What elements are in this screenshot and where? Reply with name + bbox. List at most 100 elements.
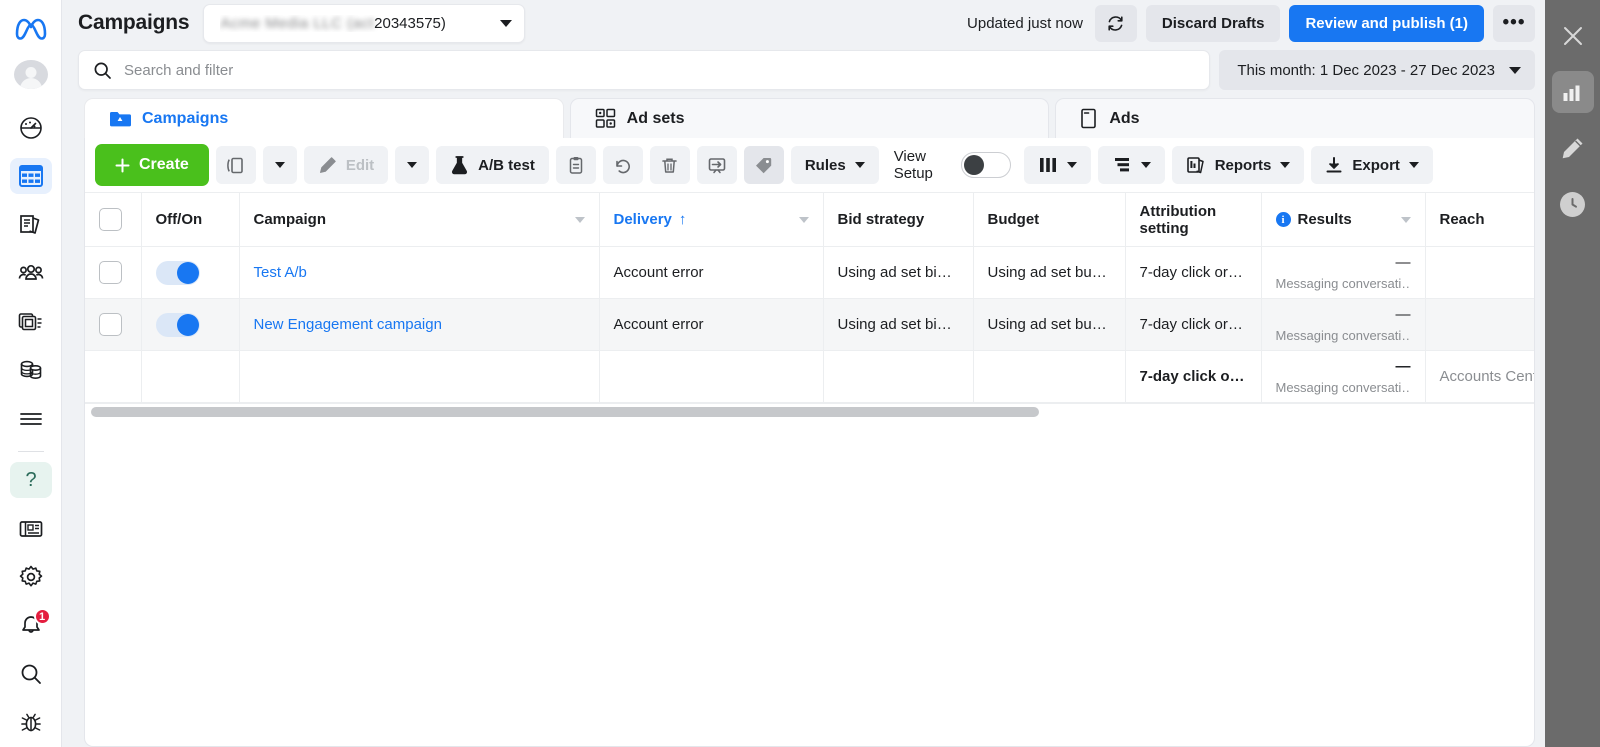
campaign-on-off-toggle[interactable] (155, 260, 200, 285)
rules-button-label: Rules (804, 156, 846, 174)
hamburger-icon (19, 412, 42, 425)
row-results-cell: — Messaging conversati… (1261, 246, 1426, 299)
row-bid-strategy-cell: Using ad set bid … (823, 246, 974, 299)
reports-button[interactable]: Reports (1171, 146, 1305, 184)
table-grid-icon (18, 165, 43, 188)
row-toggle-cell (141, 246, 240, 299)
campaign-on-off-toggle[interactable] (155, 312, 200, 337)
tag-button[interactable] (743, 146, 784, 184)
breakdown-button[interactable] (1097, 146, 1165, 184)
reports-button-label: Reports (1214, 156, 1272, 174)
close-panel-button[interactable] (1552, 15, 1594, 57)
entity-tabs: Campaigns Ad sets Ads (62, 94, 1545, 138)
ab-test-button[interactable]: A/B test (436, 146, 549, 184)
edit-button[interactable]: Edit (303, 146, 389, 184)
refresh-button[interactable] (1094, 4, 1137, 42)
more-options-button[interactable]: ••• (1493, 4, 1535, 42)
ad-account-selector[interactable]: Acme Media LLC (act20343575) (203, 3, 526, 43)
row-budget-cell: Using ad set bud… (973, 246, 1126, 299)
summary-results-sublabel: Messaging conversati… (1275, 380, 1411, 395)
table-row[interactable]: New Engagement campaign Account error Us… (85, 298, 1534, 351)
view-setup-toggle[interactable] (960, 152, 1011, 178)
sidebar-item-billing[interactable] (10, 352, 52, 389)
info-icon[interactable]: i (1275, 212, 1291, 227)
delete-button[interactable] (649, 146, 690, 184)
sidebar-item-search[interactable] (10, 656, 52, 693)
row-reach-cell (1425, 246, 1534, 299)
page-title: Campaigns (78, 11, 190, 34)
chevron-down-icon[interactable] (1400, 216, 1411, 223)
sidebar-item-news[interactable] (10, 510, 52, 547)
horizontal-scrollbar[interactable] (85, 403, 1534, 419)
tab-ads[interactable]: Ads (1055, 98, 1536, 138)
select-all-checkbox[interactable] (99, 208, 122, 231)
edit-menu-button[interactable] (395, 146, 430, 184)
rail-divider (17, 450, 44, 452)
chevron-down-icon[interactable] (574, 216, 585, 223)
summary-budget-cell (973, 350, 1126, 403)
reports-icon (1186, 156, 1204, 173)
duplicate-button[interactable] (215, 146, 256, 184)
share-export-button[interactable] (696, 146, 737, 184)
row-checkbox[interactable] (99, 313, 122, 336)
col-off-on-label: Off/On (155, 211, 203, 228)
date-range-selector[interactable]: This month: 1 Dec 2023 - 27 Dec 2023 (1219, 50, 1535, 90)
sidebar-item-overview[interactable] (10, 109, 52, 146)
sidebar-item-bug[interactable] (10, 704, 52, 741)
activity-history-button[interactable] (1552, 183, 1594, 225)
col-results[interactable]: i Results (1261, 192, 1426, 247)
date-range-label: This month: 1 Dec 2023 - 27 Dec 2023 (1237, 61, 1495, 79)
col-campaign[interactable]: Campaign (239, 192, 600, 247)
campaign-name-link[interactable]: New Engagement campaign (254, 316, 442, 333)
review-and-publish-button[interactable]: Review and publish (1) (1289, 4, 1484, 42)
row-results-value: — (1395, 306, 1411, 323)
edit-panel-button[interactable] (1552, 127, 1594, 169)
summary-toggle-cell (141, 350, 240, 403)
clipboard-button[interactable] (555, 146, 596, 184)
table-summary-row: 7-day click or … — Messaging conversati…… (85, 350, 1534, 403)
rules-button[interactable]: Rules (790, 146, 879, 184)
sidebar-item-menu[interactable] (10, 400, 52, 437)
col-delivery[interactable]: Delivery ↑ (599, 192, 824, 247)
search-input[interactable] (124, 61, 1196, 79)
col-results-label: Results (1297, 211, 1352, 228)
creative-stack-icon (18, 312, 41, 330)
left-nav-rail: ? 1 (0, 0, 62, 747)
export-button[interactable]: Export (1311, 146, 1433, 184)
avatar[interactable] (13, 59, 48, 90)
sidebar-item-library[interactable] (10, 206, 52, 243)
horizontal-scrollbar-thumb[interactable] (91, 407, 1039, 417)
charts-panel-button[interactable] (1551, 71, 1594, 113)
meta-logo-icon[interactable] (11, 11, 51, 46)
sidebar-item-campaigns[interactable] (9, 157, 52, 195)
sidebar-item-notifications[interactable]: 1 (10, 607, 52, 644)
search-row: This month: 1 Dec 2023 - 27 Dec 2023 (62, 46, 1545, 94)
chevron-down-icon[interactable] (798, 216, 809, 223)
create-button-label: Create (139, 156, 189, 173)
sidebar-item-help[interactable]: ? (9, 461, 52, 499)
edit-button-label: Edit (345, 156, 375, 174)
toggle-knob (963, 155, 984, 175)
row-checkbox[interactable] (99, 261, 122, 284)
row-select-cell (85, 246, 142, 299)
sidebar-item-settings[interactable] (10, 559, 52, 596)
tab-ad-sets[interactable]: Ad sets (569, 98, 1050, 138)
table-row[interactable]: Test A/b Account error Using ad set bid … (85, 246, 1534, 299)
bug-icon (20, 713, 41, 731)
undo-button[interactable] (602, 146, 643, 184)
search-icon (21, 664, 41, 685)
toggle-knob (176, 261, 199, 284)
chevron-down-icon (1140, 162, 1151, 168)
campaign-name-link[interactable]: Test A/b (254, 264, 307, 281)
duplicate-menu-button[interactable] (262, 146, 297, 184)
search-and-filter-box[interactable] (78, 50, 1211, 90)
columns-button[interactable] (1023, 146, 1091, 184)
refresh-icon (1108, 15, 1124, 31)
sidebar-item-audiences[interactable] (10, 255, 52, 292)
col-campaign-inner: Campaign (254, 211, 585, 228)
col-off-on: Off/On (141, 192, 240, 247)
tab-campaigns[interactable]: Campaigns (84, 98, 564, 138)
sidebar-item-creative[interactable] (10, 303, 52, 340)
create-button[interactable]: Create (95, 144, 209, 186)
discard-drafts-button[interactable]: Discard Drafts (1145, 4, 1281, 42)
